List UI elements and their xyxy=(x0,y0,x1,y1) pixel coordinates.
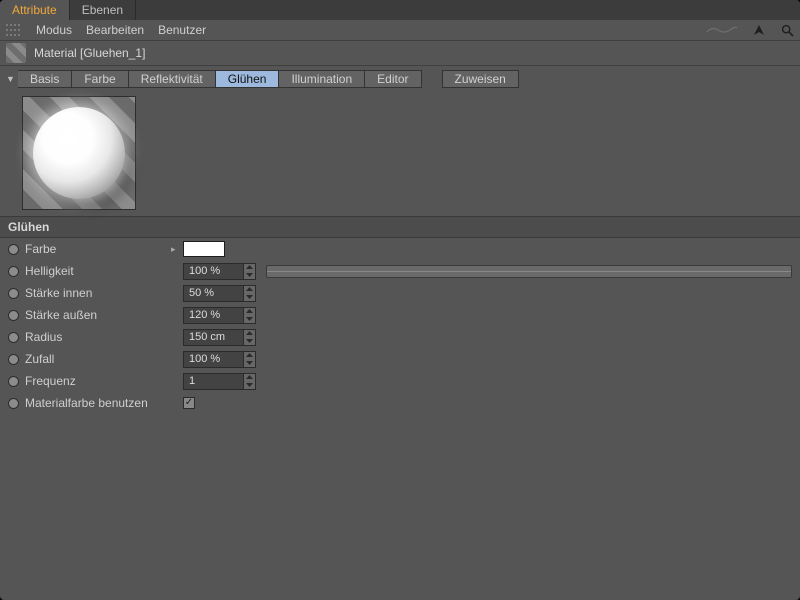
menu-modus[interactable]: Modus xyxy=(36,23,72,37)
material-type-icon xyxy=(6,43,26,63)
input-zufall[interactable]: 100 % xyxy=(183,351,243,368)
stepper-staerke-aussen[interactable] xyxy=(243,307,256,324)
row-farbe: Farbe ▸ xyxy=(0,238,800,260)
stepper-frequenz[interactable] xyxy=(243,373,256,390)
navigate-up-icon[interactable] xyxy=(752,23,766,37)
anim-toggle[interactable] xyxy=(8,398,19,409)
tab-illumination[interactable]: Illumination xyxy=(279,70,365,88)
stepper-staerke-innen[interactable] xyxy=(243,285,256,302)
menu-bar: Modus Bearbeiten Benutzer xyxy=(0,20,800,41)
anim-toggle[interactable] xyxy=(8,266,19,277)
label-zufall: Zufall xyxy=(25,352,171,366)
label-staerke-innen: Stärke innen xyxy=(25,286,171,300)
drag-handle-icon[interactable] xyxy=(6,24,20,36)
label-farbe: Farbe xyxy=(25,242,171,256)
disclosure-triangle-icon[interactable]: ▼ xyxy=(6,74,14,84)
material-title: Material [Gluehen_1] xyxy=(34,46,145,60)
anim-toggle[interactable] xyxy=(8,310,19,321)
anim-toggle[interactable] xyxy=(8,332,19,343)
checkbox-materialfarbe[interactable] xyxy=(183,397,195,409)
window-tabs: Attribute Ebenen xyxy=(0,0,800,20)
search-icon[interactable] xyxy=(780,23,794,37)
stepper-helligkeit[interactable] xyxy=(243,263,256,280)
input-staerke-aussen[interactable]: 120 % xyxy=(183,307,243,324)
label-helligkeit: Helligkeit xyxy=(25,264,171,278)
tab-zuweisen[interactable]: Zuweisen xyxy=(442,70,519,88)
stepper-radius[interactable] xyxy=(243,329,256,346)
row-radius: Radius 150 cm xyxy=(0,326,800,348)
tab-editor[interactable]: Editor xyxy=(365,70,421,88)
colorwell-farbe[interactable] xyxy=(183,241,225,257)
tab-farbe[interactable]: Farbe xyxy=(72,70,128,88)
tab-attribute[interactable]: Attribute xyxy=(0,0,70,20)
row-staerke-aussen: Stärke außen 120 % xyxy=(0,304,800,326)
row-staerke-innen: Stärke innen 50 % xyxy=(0,282,800,304)
channel-tabs: ▼ Basis Farbe Reflektivität Glühen Illum… xyxy=(0,66,800,92)
label-materialfarbe: Materialfarbe benutzen xyxy=(25,396,171,410)
field-staerke-innen: 50 % xyxy=(183,285,256,302)
anim-toggle[interactable] xyxy=(8,354,19,365)
row-frequenz: Frequenz 1 xyxy=(0,370,800,392)
menu-bearbeiten[interactable]: Bearbeiten xyxy=(86,23,144,37)
stepper-zufall[interactable] xyxy=(243,351,256,368)
history-curve-icon[interactable] xyxy=(706,25,738,35)
field-frequenz: 1 xyxy=(183,373,256,390)
tab-basis[interactable]: Basis xyxy=(18,70,72,88)
input-staerke-innen[interactable]: 50 % xyxy=(183,285,243,302)
material-header: Material [Gluehen_1] xyxy=(0,41,800,66)
tab-reflektivitaet[interactable]: Reflektivität xyxy=(129,70,216,88)
field-zufall: 100 % xyxy=(183,351,256,368)
anim-toggle[interactable] xyxy=(8,244,19,255)
field-helligkeit: 100 % xyxy=(183,263,256,280)
label-frequenz: Frequenz xyxy=(25,374,171,388)
material-preview[interactable] xyxy=(22,96,136,210)
label-staerke-aussen: Stärke außen xyxy=(25,308,171,322)
tab-ebenen[interactable]: Ebenen xyxy=(70,0,136,20)
field-radius: 150 cm xyxy=(183,329,256,346)
row-materialfarbe: Materialfarbe benutzen xyxy=(0,392,800,414)
input-helligkeit[interactable]: 100 % xyxy=(183,263,243,280)
input-radius[interactable]: 150 cm xyxy=(183,329,243,346)
preview-sphere xyxy=(33,107,125,199)
slider-helligkeit[interactable] xyxy=(266,265,792,278)
field-staerke-aussen: 120 % xyxy=(183,307,256,324)
anim-toggle[interactable] xyxy=(8,376,19,387)
drag-handle-icon[interactable]: ▸ xyxy=(171,244,177,255)
preview-row xyxy=(0,92,800,216)
attribute-manager: Attribute Ebenen Modus Bearbeiten Benutz… xyxy=(0,0,800,600)
tab-gluehen[interactable]: Glühen xyxy=(216,70,280,88)
anim-toggle[interactable] xyxy=(8,288,19,299)
row-zufall: Zufall 100 % xyxy=(0,348,800,370)
label-radius: Radius xyxy=(25,330,171,344)
menu-benutzer[interactable]: Benutzer xyxy=(158,23,206,37)
input-frequenz[interactable]: 1 xyxy=(183,373,243,390)
section-heading: Glühen xyxy=(0,216,800,238)
row-helligkeit: Helligkeit 100 % xyxy=(0,260,800,282)
